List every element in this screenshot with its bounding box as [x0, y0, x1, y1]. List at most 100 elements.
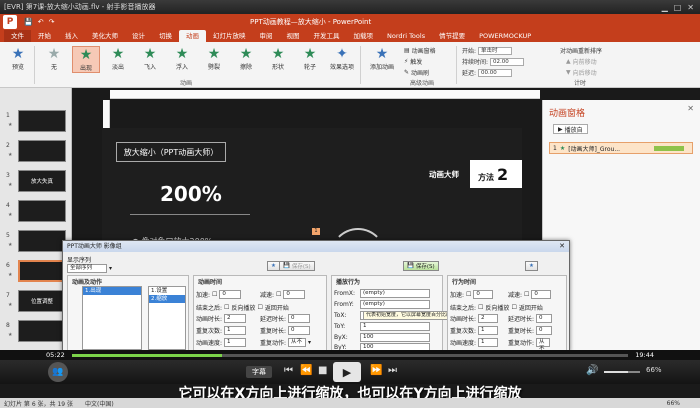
fromx-input[interactable]: (empty) [360, 289, 430, 298]
move-later-button[interactable]: ▼ 向后移动 [566, 68, 597, 77]
repeat-count-input[interactable]: 1 [224, 326, 247, 335]
repeat-action-select[interactable]: 从不 [288, 338, 307, 347]
animation-pane-button[interactable]: ▤ 动画窗格 [404, 46, 436, 55]
maximize-icon[interactable]: □ [674, 3, 682, 12]
slide-thumbnail[interactable] [18, 200, 66, 222]
zoom-level[interactable]: 66% [667, 400, 700, 407]
b-decel-checkbox[interactable]: ☐ [524, 291, 529, 298]
tab-10[interactable]: 开发工具 [307, 30, 347, 42]
stop-icon[interactable]: ■ [318, 365, 327, 376]
display-seq-select[interactable]: 全部序列 [67, 264, 107, 273]
return-checkbox[interactable]: ☐ [257, 304, 262, 311]
skip-back-icon[interactable]: ⏮ [284, 365, 293, 376]
redo-icon[interactable]: ↷ [49, 18, 55, 26]
animation-painter-button[interactable]: ✎ 动画刷 [404, 68, 429, 77]
slide-thumbnail[interactable] [18, 260, 66, 282]
b-duration-input[interactable]: 2 [478, 314, 499, 323]
slide-thumbnail[interactable] [18, 230, 66, 252]
effect-7[interactable]: ★ 形状 [264, 46, 292, 71]
forward-icon[interactable]: ⏩ [370, 365, 382, 376]
tab-7[interactable]: 幻灯片放映 [206, 30, 253, 42]
tab-14[interactable]: POWERMOCKUP [472, 30, 538, 42]
b-rewind-checkbox[interactable]: ☐ [478, 304, 483, 311]
close-icon[interactable]: ✕ [559, 241, 565, 252]
pin-button[interactable]: ★ [267, 261, 280, 271]
pin-button-right[interactable]: ★ [525, 261, 538, 271]
speed-input[interactable]: 1 [224, 338, 247, 347]
save-button-left[interactable]: 💾 保存(S) [279, 261, 315, 271]
chevron-down-icon[interactable]: ▾ [308, 339, 311, 346]
slide-thumbnail[interactable] [18, 110, 66, 132]
byx-input[interactable]: 100 [360, 333, 430, 342]
seek-track[interactable] [72, 354, 628, 357]
delay-input[interactable]: 00.00 [478, 68, 513, 77]
undo-icon[interactable]: ↶ [38, 18, 44, 26]
effect-3[interactable]: ★ 飞入 [136, 46, 164, 71]
play-button[interactable]: ▶ [333, 362, 361, 382]
start-select[interactable]: 单击时 [478, 46, 513, 55]
b-accel-checkbox[interactable]: ☐ [466, 291, 471, 298]
accel-input[interactable]: 0 [219, 290, 242, 299]
chevron-down-icon[interactable]: ▾ [109, 265, 112, 272]
slide-thumbnail[interactable]: 放大失真 [18, 170, 66, 192]
trigger-button[interactable]: ⚡ 触发 [404, 57, 422, 66]
effect-5[interactable]: ★ 劈裂 [200, 46, 228, 71]
slide-title-box[interactable]: 放大缩小（PPT动画大师） [116, 142, 226, 162]
minimize-icon[interactable]: ▁ [662, 3, 668, 12]
play-from-button[interactable]: ▶ 播放自 [553, 124, 588, 134]
delay-duration-input[interactable]: 0 [288, 314, 311, 323]
slide-thumbnail[interactable] [18, 320, 66, 342]
effect-1[interactable]: ★ 出现 [72, 46, 100, 73]
b-decel-input[interactable]: 0 [531, 290, 552, 299]
volume-slider[interactable] [604, 371, 640, 373]
tab-1[interactable]: 开始 [31, 30, 58, 42]
tab-11[interactable]: 加载项 [347, 30, 381, 42]
tab-0[interactable]: 文件 [4, 30, 31, 42]
slide-thumbnail[interactable] [18, 140, 66, 162]
effect-options-button[interactable]: ✦ 效果选项 [328, 46, 356, 71]
save-icon[interactable]: 💾 [24, 18, 33, 26]
effect-4[interactable]: ★ 浮入 [168, 46, 196, 71]
effect-2[interactable]: ★ 淡出 [104, 46, 132, 71]
move-earlier-button[interactable]: ▲ 向前移动 [566, 57, 597, 66]
decel-input[interactable]: 0 [283, 290, 306, 299]
tab-6[interactable]: 动画 [179, 30, 206, 42]
behavior-listbox[interactable]: 1.设置 2.缩放 [148, 286, 186, 350]
rewind-icon[interactable]: ⏪ [300, 365, 312, 376]
animation-listbox[interactable]: 1.出现 [82, 286, 142, 350]
b-delay-input[interactable]: 0 [536, 314, 553, 323]
subtitle-button[interactable]: 字幕 [246, 366, 272, 378]
tab-13[interactable]: 情节提要 [432, 30, 472, 42]
b-speed-input[interactable]: 1 [478, 338, 499, 347]
close-icon[interactable]: ✕ [687, 104, 694, 113]
effect-8[interactable]: ★ 轮子 [296, 46, 324, 71]
tab-2[interactable]: 插入 [58, 30, 85, 42]
b-return-checkbox[interactable]: ☐ [511, 304, 516, 311]
effect-6[interactable]: ★ 擦除 [232, 46, 260, 71]
anim-duration-input[interactable]: 2 [224, 314, 247, 323]
b-accel-input[interactable]: 0 [473, 290, 494, 299]
close-icon[interactable]: ✕ [687, 3, 694, 12]
duration-input[interactable]: 02.00 [490, 57, 525, 66]
add-animation-button[interactable]: ★ 添加动画 [364, 46, 400, 71]
save-button[interactable]: 💾 保存(S) [403, 261, 439, 271]
seek-bar[interactable]: 05:22 19:44 [0, 350, 700, 360]
user-avatar-icon[interactable]: 👥 [48, 362, 68, 382]
tab-9[interactable]: 视图 [280, 30, 307, 42]
list-item[interactable]: 1.出现 [83, 287, 141, 295]
b-repeat-input[interactable]: 1 [478, 326, 499, 335]
toy-input[interactable]: 1 [360, 322, 430, 331]
slide-big-percent[interactable]: 200% [160, 182, 222, 206]
b-repeat-dur-input[interactable]: 0 [536, 326, 553, 335]
rewind-checkbox[interactable]: ☐ [224, 304, 229, 311]
effect-0[interactable]: ★ 无 [40, 46, 68, 71]
decel-checkbox[interactable]: ☐ [276, 291, 281, 298]
b-repeat-action-select[interactable]: 从不 [536, 338, 551, 352]
tab-3[interactable]: 美化大师 [85, 30, 125, 42]
tab-12[interactable]: Nordri Tools [380, 30, 432, 42]
skip-forward-icon[interactable]: ⏭ [388, 365, 397, 376]
animation-list-item[interactable]: 1 ★ [动画大师]_Grou... [549, 142, 693, 154]
tab-4[interactable]: 设计 [125, 30, 152, 42]
repeat-duration-input[interactable]: 0 [288, 326, 311, 335]
preview-button[interactable]: ★ 预览 [4, 46, 32, 71]
